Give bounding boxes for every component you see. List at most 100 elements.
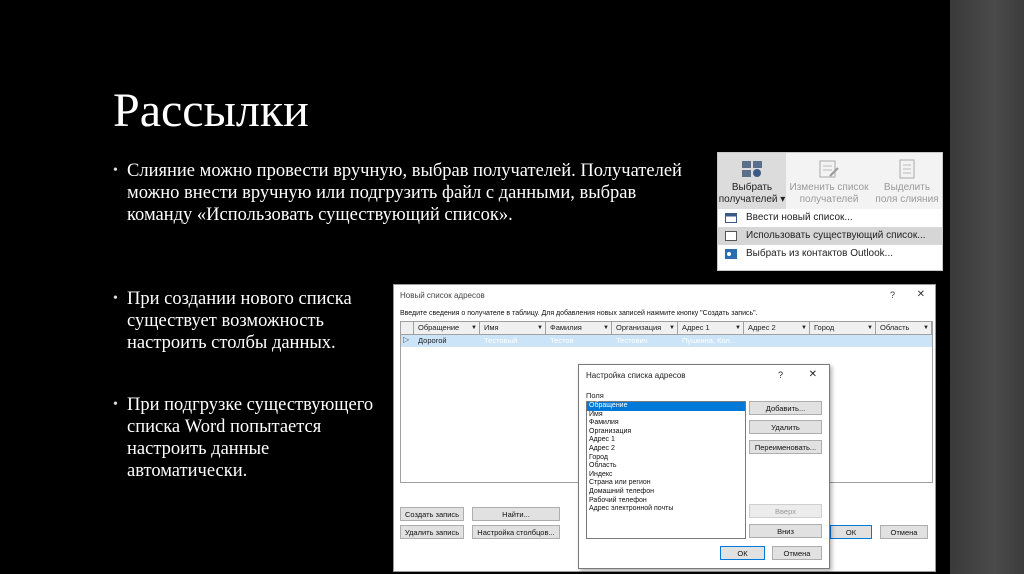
button-label: Выбрать — [731, 182, 773, 193]
table-cell[interactable]: Тестов — [546, 335, 612, 347]
column-label: Адрес 1 — [682, 323, 710, 332]
bullet-2: • При создании нового списка существует … — [113, 288, 377, 354]
cancel-button[interactable]: Отмена — [880, 525, 928, 539]
list-item[interactable]: Домашний телефон — [587, 488, 745, 497]
customize-columns-button[interactable]: Настройка столбцов... — [472, 525, 560, 539]
list-item[interactable]: Фамилия — [587, 419, 745, 428]
recipients-menu: Ввести новый список... Использовать суще… — [718, 209, 942, 263]
list-item[interactable]: Организация — [587, 428, 745, 437]
new-list-icon — [725, 213, 737, 223]
list-item[interactable]: Город — [587, 454, 745, 463]
menu-item-label: Выбрать из контактов Outlook... — [746, 248, 894, 259]
edit-recipient-list-button[interactable]: Изменить список получателей — [786, 153, 872, 209]
table-cell[interactable] — [744, 335, 810, 347]
row-pointer-icon: ▷ — [403, 335, 410, 344]
menu-item-label: Ввести новый список... — [746, 212, 853, 223]
bullet-marker: • — [113, 291, 118, 306]
list-item[interactable]: Адрес 1 — [587, 436, 745, 445]
row-selector-header — [401, 322, 414, 334]
delete-entry-button[interactable]: Удалить запись — [400, 525, 464, 539]
bullet-1: • Слияние можно провести вручную, выбрав… — [113, 160, 697, 226]
select-recipients-button[interactable]: Выбрать получателей ▾ — [718, 153, 786, 209]
customize-address-list-dialog: Настройка списка адресов ? ✕ Поля Обраще… — [578, 364, 830, 569]
close-icon[interactable]: ✕ — [917, 289, 925, 300]
recipients-icon — [742, 161, 762, 177]
column-header[interactable]: Имя ▼ — [480, 322, 546, 334]
sort-arrow-icon[interactable]: ▼ — [735, 322, 741, 334]
field-names-list[interactable]: Обращение Имя Фамилия Организация Адрес … — [586, 401, 746, 539]
highlight-merge-fields-button[interactable]: Выделить поля слияния — [872, 153, 942, 209]
table-cell[interactable]: Тестовый — [480, 335, 546, 347]
list-item[interactable]: Обращение — [587, 402, 745, 411]
table-cell[interactable]: Дорогой — [414, 335, 480, 347]
list-item[interactable]: Имя — [587, 411, 745, 420]
outlook-contacts-icon — [725, 249, 737, 259]
cancel-button[interactable]: Отмена — [772, 546, 822, 560]
button-label: поля слияния — [875, 194, 939, 205]
button-label: Выделить — [883, 182, 931, 193]
list-item[interactable]: Индекс — [587, 471, 745, 480]
dialog-instructions: Введите сведения о получателе в таблицу.… — [400, 310, 758, 317]
find-button[interactable]: Найти... — [472, 507, 560, 521]
edit-list-icon — [819, 160, 839, 178]
column-header[interactable]: Организация ▼ — [612, 322, 678, 334]
column-label: Город — [814, 323, 835, 332]
list-item[interactable]: Рабочий телефон — [587, 497, 745, 506]
button-label: Изменить список — [789, 182, 869, 193]
menu-item-outlook-contacts[interactable]: Выбрать из контактов Outlook... — [718, 245, 942, 263]
column-label: Организация — [616, 323, 662, 332]
sort-arrow-icon[interactable]: ▼ — [603, 322, 609, 334]
sort-arrow-icon[interactable]: ▼ — [923, 322, 929, 334]
sort-arrow-icon[interactable]: ▼ — [867, 322, 873, 334]
existing-list-icon — [725, 231, 737, 241]
sort-arrow-icon[interactable]: ▼ — [537, 322, 543, 334]
column-header[interactable]: Область ▼ — [876, 322, 932, 334]
highlight-fields-icon — [899, 159, 915, 179]
menu-item-label: Использовать существующий список... — [746, 230, 926, 241]
sort-arrow-icon[interactable]: ▼ — [669, 322, 675, 334]
list-item[interactable]: Страна или регион — [587, 479, 745, 488]
grid-header: Обращение ▼ Имя ▼ Фамилия ▼ Организация ▼ Ад… — [401, 322, 932, 335]
add-field-button[interactable]: Добавить... — [749, 401, 822, 415]
list-item[interactable]: Адрес 2 — [587, 445, 745, 454]
bullet-marker: • — [113, 397, 118, 412]
column-label: Фамилия — [550, 323, 582, 332]
ribbon-screenshot: Выбрать получателей ▾ Изменить список по… — [717, 152, 943, 271]
column-label: Обращение — [418, 323, 460, 332]
slide: Рассылки • Слияние можно провести вручну… — [0, 0, 950, 574]
slide-title: Рассылки — [113, 84, 309, 137]
dialog-title: Настройка списка адресов — [586, 371, 686, 380]
button-label: получателей ▾ — [718, 194, 786, 205]
ok-button[interactable]: ОК — [830, 525, 872, 539]
table-cell[interactable] — [810, 335, 876, 347]
new-entry-button[interactable]: Создать запись — [400, 507, 464, 521]
column-header[interactable]: Адрес 2 ▼ — [744, 322, 810, 334]
table-row[interactable]: ▷ Дорогой Тестовый Тестов Тестович Пушки… — [401, 335, 932, 347]
column-header[interactable]: Фамилия ▼ — [546, 322, 612, 334]
help-button[interactable]: ? — [778, 370, 783, 380]
window-edge — [950, 0, 1024, 574]
table-cell[interactable]: Тестович — [612, 335, 678, 347]
move-down-button[interactable]: Вниз — [749, 524, 822, 538]
rename-field-button[interactable]: Переименовать... — [749, 440, 822, 454]
move-up-button[interactable]: Вверх — [749, 504, 822, 518]
table-cell[interactable] — [876, 335, 932, 347]
sort-arrow-icon[interactable]: ▼ — [471, 322, 477, 334]
column-header[interactable]: Обращение ▼ — [414, 322, 480, 334]
ok-button[interactable]: ОК — [720, 546, 765, 560]
table-cell[interactable]: Пушкина, Кол... — [678, 335, 744, 347]
column-header[interactable]: Адрес 1 ▼ — [678, 322, 744, 334]
delete-field-button[interactable]: Удалить — [749, 420, 822, 434]
list-item[interactable]: Область — [587, 462, 745, 471]
column-header[interactable]: Город ▼ — [810, 322, 876, 334]
menu-item-new-list[interactable]: Ввести новый список... — [718, 209, 942, 227]
ribbon-group: Выбрать получателей ▾ Изменить список по… — [718, 153, 942, 209]
dialog-title: Новый список адресов — [400, 291, 485, 300]
close-icon[interactable]: ✕ — [809, 369, 817, 380]
sort-arrow-icon[interactable]: ▼ — [801, 322, 807, 334]
bullet-text: При подгрузке существующего списка Word … — [127, 395, 374, 481]
fields-label: Поля — [586, 391, 604, 400]
help-button[interactable]: ? — [890, 290, 895, 300]
list-item[interactable]: Адрес электронной почты — [587, 505, 745, 514]
menu-item-existing-list[interactable]: Использовать существующий список... — [718, 227, 942, 245]
